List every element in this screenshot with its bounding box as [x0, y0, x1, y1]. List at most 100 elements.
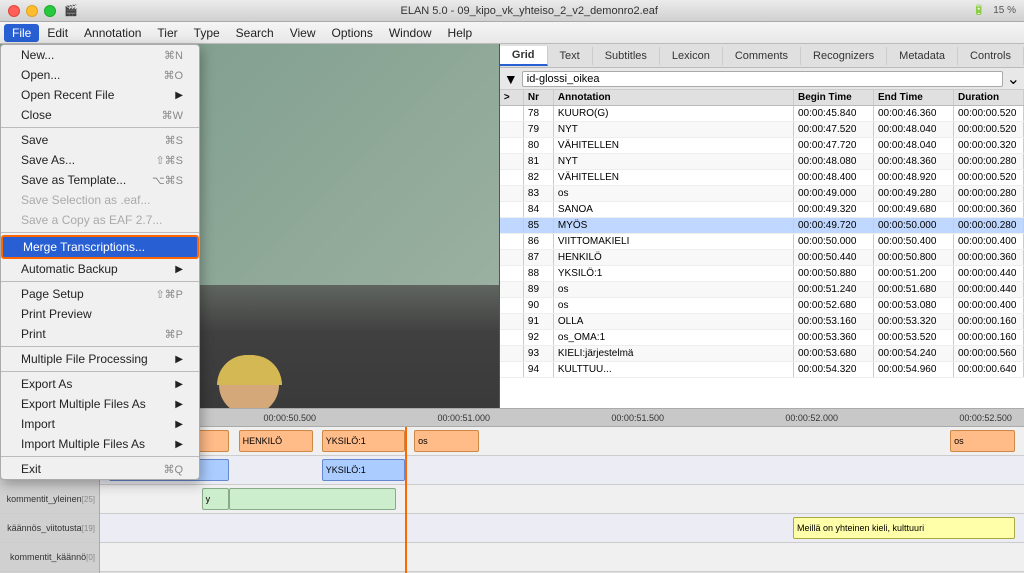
row-end: 00:00:48.360	[874, 154, 954, 169]
table-row[interactable]: 94 KULTTUU... 00:00:54.320 00:00:54.960 …	[500, 362, 1024, 378]
row-annotation: VIITTOMAKIELI	[554, 234, 794, 249]
table-row[interactable]: 81 NYT 00:00:48.080 00:00:48.360 00:00:0…	[500, 154, 1024, 170]
menu-type[interactable]: Type	[186, 24, 228, 42]
col-annotation: Annotation	[554, 90, 794, 105]
table-row[interactable]: 85 MYÖS 00:00:49.720 00:00:50.000 00:00:…	[500, 218, 1024, 234]
row-annotation: os	[554, 186, 794, 201]
table-row[interactable]: 86 VIITTOMAKIELI 00:00:50.000 00:00:50.4…	[500, 234, 1024, 250]
maximize-button[interactable]	[44, 5, 56, 17]
menu-tier[interactable]: Tier	[149, 24, 185, 42]
menu-save[interactable]: Save⌘S	[1, 130, 199, 150]
row-begin: 00:00:49.720	[794, 218, 874, 233]
row-duration: 00:00:00.360	[954, 250, 1024, 265]
row-annotation: KULTTUU...	[554, 362, 794, 377]
menu-print[interactable]: Print⌘P	[1, 324, 199, 344]
row-expand	[500, 234, 524, 249]
table-row[interactable]: 90 os 00:00:52.680 00:00:53.080 00:00:00…	[500, 298, 1024, 314]
tab-subtitles[interactable]: Subtitles	[593, 47, 660, 65]
table-row[interactable]: 82 VÄHITELLEN 00:00:48.400 00:00:48.920 …	[500, 170, 1024, 186]
tab-metadata[interactable]: Metadata	[887, 47, 958, 65]
minimize-button[interactable]	[26, 5, 38, 17]
ann-block[interactable]: YKSILÖ:1	[322, 430, 405, 452]
window-controls[interactable]	[8, 5, 56, 17]
menu-search[interactable]: Search	[228, 24, 282, 42]
tab-text[interactable]: Text	[548, 47, 593, 65]
table-row[interactable]: 78 KUURO(G) 00:00:45.840 00:00:46.360 00…	[500, 106, 1024, 122]
tabs-bar: Grid Text Subtitles Lexicon Comments Rec…	[500, 44, 1024, 68]
menu-page-setup[interactable]: Page Setup⇧⌘P	[1, 284, 199, 304]
row-duration: 00:00:00.520	[954, 106, 1024, 121]
row-expand	[500, 266, 524, 281]
table-row[interactable]: 80 VÄHITELLEN 00:00:47.720 00:00:48.040 …	[500, 138, 1024, 154]
tab-grid[interactable]: Grid	[500, 46, 548, 66]
ruler-labels: :50.000 00:00:50.500 00:00:51.000 00:00:…	[108, 413, 1016, 423]
tab-controls[interactable]: Controls	[958, 47, 1024, 65]
close-button[interactable]	[8, 5, 20, 17]
menu-merge-transcriptions[interactable]: Merge Transcriptions...	[1, 235, 199, 259]
row-end: 00:00:46.360	[874, 106, 954, 121]
menu-import[interactable]: Import▶	[1, 414, 199, 434]
table-row[interactable]: 79 NYT 00:00:47.520 00:00:48.040 00:00:0…	[500, 122, 1024, 138]
menu-window[interactable]: Window	[381, 24, 440, 42]
row-expand	[500, 106, 524, 121]
menu-save-template[interactable]: Save as Template...⌥⌘S	[1, 170, 199, 190]
table-row[interactable]: 88 YKSILÖ:1 00:00:50.880 00:00:51.200 00…	[500, 266, 1024, 282]
table-row[interactable]: 93 KIELI:järjestelmä 00:00:53.680 00:00:…	[500, 346, 1024, 362]
ann-block[interactable]: os	[950, 430, 1015, 452]
row-begin: 00:00:53.680	[794, 346, 874, 361]
menu-export-as[interactable]: Export As▶	[1, 374, 199, 394]
ann-block[interactable]: y	[202, 488, 230, 510]
row-end: 00:00:51.200	[874, 266, 954, 281]
row-begin: 00:00:49.320	[794, 202, 874, 217]
table-row[interactable]: 92 os_OMA:1 00:00:53.360 00:00:53.520 00…	[500, 330, 1024, 346]
ann-block[interactable]: YKSILÖ:1	[322, 459, 405, 481]
menu-file[interactable]: File	[4, 24, 39, 42]
tab-recognizers[interactable]: Recognizers	[801, 47, 887, 65]
row-expand	[500, 330, 524, 345]
table-row[interactable]: 89 os 00:00:51.240 00:00:51.680 00:00:00…	[500, 282, 1024, 298]
menu-help[interactable]: Help	[440, 24, 481, 42]
file-dropdown-menu: New...⌘N Open...⌘O Open Recent File▶ Clo…	[0, 44, 200, 480]
tier-dropdown-icon[interactable]: ⌄	[1007, 69, 1020, 89]
ann-block[interactable]	[229, 488, 395, 510]
menu-options[interactable]: Options	[324, 24, 381, 42]
row-annotation: KIELI:järjestelmä	[554, 346, 794, 361]
tier-expand-icon[interactable]: ▼	[504, 71, 518, 87]
ann-block[interactable]: HENKILÖ	[239, 430, 313, 452]
ann-block[interactable]: Meillä on yhteinen kieli, kulttuuri	[793, 517, 1015, 539]
menu-annotation[interactable]: Annotation	[76, 24, 149, 42]
table-row[interactable]: 91 OLLA 00:00:53.160 00:00:53.320 00:00:…	[500, 314, 1024, 330]
menu-close[interactable]: Close⌘W	[1, 105, 199, 125]
menu-print-preview[interactable]: Print Preview	[1, 304, 199, 324]
ann-block[interactable]: os	[414, 430, 479, 452]
menu-open-recent[interactable]: Open Recent File▶	[1, 85, 199, 105]
menubar: File Edit Annotation Tier Type Search Vi…	[0, 22, 1024, 44]
menu-export-multiple[interactable]: Export Multiple Files As▶	[1, 394, 199, 414]
ruler-label-5: 00:00:52.500	[959, 413, 1012, 423]
row-duration: 00:00:00.520	[954, 170, 1024, 185]
playhead	[405, 427, 407, 573]
table-row[interactable]: 84 SANOA 00:00:49.320 00:00:49.680 00:00…	[500, 202, 1024, 218]
row-end: 00:00:53.080	[874, 298, 954, 313]
row-duration: 00:00:00.520	[954, 122, 1024, 137]
table-row[interactable]: 83 os 00:00:49.000 00:00:49.280 00:00:00…	[500, 186, 1024, 202]
menu-edit[interactable]: Edit	[39, 24, 76, 42]
menu-save-as[interactable]: Save As...⇧⌘S	[1, 150, 199, 170]
menu-multiple-file[interactable]: Multiple File Processing▶	[1, 349, 199, 369]
menu-automatic-backup[interactable]: Automatic Backup▶	[1, 259, 199, 279]
tab-comments[interactable]: Comments	[723, 47, 801, 65]
table-row[interactable]: 87 HENKILÖ 00:00:50.440 00:00:50.800 00:…	[500, 250, 1024, 266]
menu-view[interactable]: View	[282, 24, 324, 42]
row-annotation: HENKILÖ	[554, 250, 794, 265]
ruler-label-1: 00:00:50.500	[263, 413, 316, 423]
app-icon: 🎬	[64, 4, 78, 17]
menu-import-multiple[interactable]: Import Multiple Files As▶	[1, 434, 199, 454]
menu-open[interactable]: Open...⌘O	[1, 65, 199, 85]
tracks-content: VIITTOMAKIELI HENKILÖ YKSILÖ:1 os os VII…	[100, 427, 1024, 573]
menu-exit[interactable]: Exit⌘Q	[1, 459, 199, 479]
menu-save-copy: Save a Copy as EAF 2.7...	[1, 210, 199, 230]
system-icons: 🔋 15 %	[973, 5, 1016, 16]
tier-name-input[interactable]	[522, 71, 1003, 87]
menu-new[interactable]: New...⌘N	[1, 45, 199, 65]
tab-lexicon[interactable]: Lexicon	[660, 47, 723, 65]
